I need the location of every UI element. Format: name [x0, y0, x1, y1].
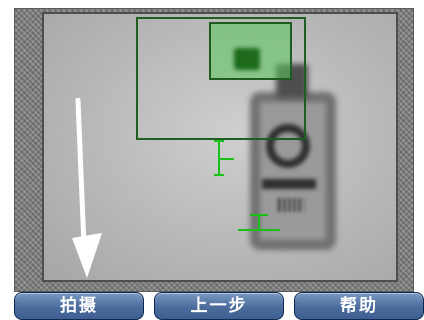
help-button[interactable]: 帮助: [294, 292, 424, 320]
previous-step-button[interactable]: 上一步: [154, 292, 284, 320]
horizontal-measure-marker: [236, 214, 280, 232]
vertical-measure-marker: [214, 140, 234, 176]
focus-region: [209, 22, 292, 80]
focus-target: [234, 48, 260, 70]
card-code: [278, 198, 304, 212]
bottom-toolbar: 拍摄 上一步 帮助: [14, 292, 424, 320]
camera-screen: 拍摄 上一步 帮助: [0, 0, 424, 320]
card-bar: [262, 179, 316, 189]
capture-button[interactable]: 拍摄: [14, 292, 144, 320]
down-arrow-icon: [72, 98, 102, 278]
